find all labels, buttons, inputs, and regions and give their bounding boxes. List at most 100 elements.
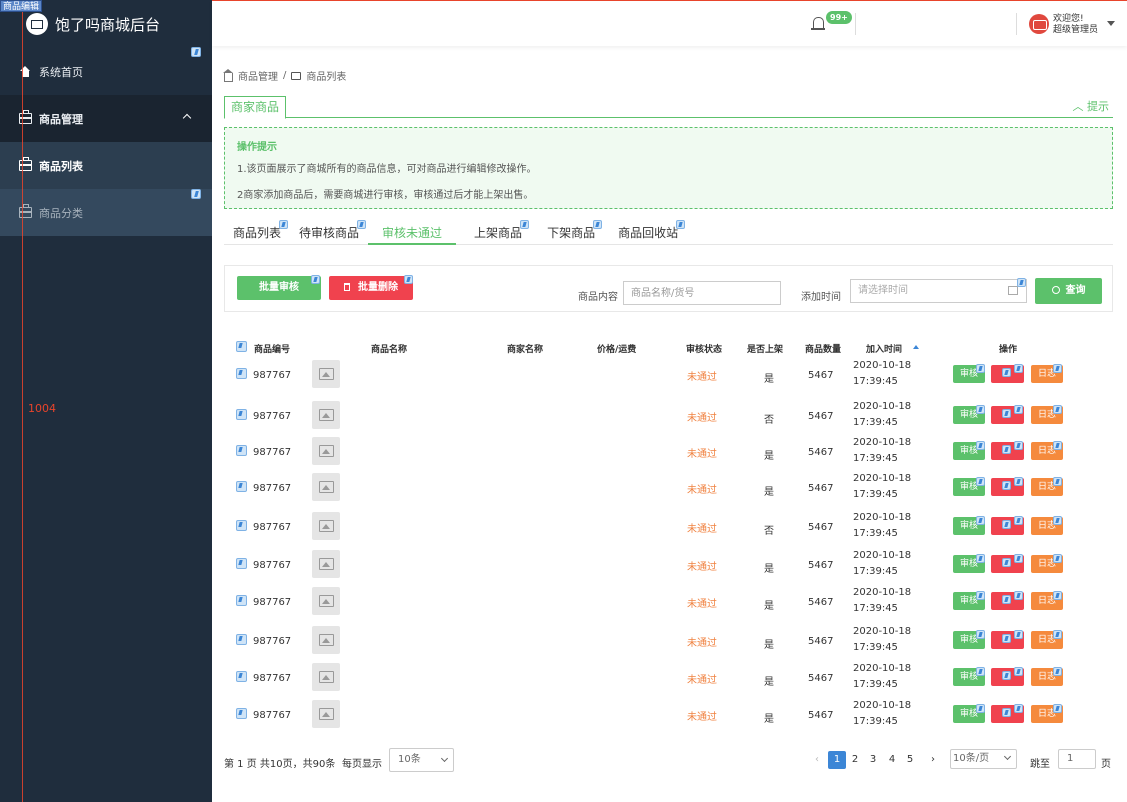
added-date: 2020-10-18 <box>853 401 912 412</box>
breadcrumb-item[interactable]: 商品管理 <box>238 68 278 83</box>
prev-page-icon[interactable]: ‹ <box>808 751 826 769</box>
page-number[interactable]: 5 <box>901 751 919 769</box>
breadcrumb-separator: / <box>283 70 287 81</box>
page-size-select[interactable]: 10条/页 <box>950 749 1017 769</box>
page-unit-label: 页 <box>1101 759 1111 770</box>
lightning-badge-icon <box>1002 671 1011 680</box>
batch-review-button[interactable]: 批量审核 <box>237 276 321 300</box>
sidebar-item-product-management[interactable]: 商品管理 <box>0 95 212 142</box>
column-header: 是否上架 <box>747 345 784 355</box>
tip-toggle[interactable]: ︿ 提示 <box>1073 98 1110 114</box>
added-date: 2020-10-18 <box>853 663 912 674</box>
select-all-checkbox[interactable] <box>236 341 247 352</box>
product-id: 987767 <box>253 411 292 422</box>
home-icon <box>19 66 32 77</box>
notice-title: 操作提示 <box>237 142 277 153</box>
row-checkbox[interactable] <box>236 558 247 569</box>
table-row: 987767 未通过是 5467 2020-10-18 17:39:45 审核 日志 <box>224 626 1113 662</box>
row-checkbox[interactable] <box>236 445 247 456</box>
tab-label: 待审核商品 <box>299 226 360 240</box>
product-id: 987767 <box>253 447 292 458</box>
greeting: 欢迎您! <box>1053 14 1084 24</box>
row-checkbox[interactable] <box>236 671 247 682</box>
lightning-badge-icon <box>976 630 985 639</box>
guide-tag: 商品编辑 <box>0 0 43 12</box>
page-number[interactable]: 4 <box>883 751 901 769</box>
lightning-badge-icon <box>1053 667 1062 676</box>
quantity: 5467 <box>808 483 834 494</box>
search-button[interactable]: 查询 <box>1035 278 1102 304</box>
added-date: 2020-10-18 <box>853 360 912 371</box>
user-menu[interactable]: 欢迎您! 超级管理员 <box>1053 14 1098 36</box>
column-header[interactable]: 加入时间 <box>866 342 902 355</box>
added-time: 17:39:45 <box>853 679 898 690</box>
sidebar-item-product-category[interactable]: 商品分类 <box>0 189 212 236</box>
row-checkbox[interactable] <box>236 520 247 531</box>
added-time: 17:39:45 <box>853 716 898 727</box>
added-time: 17:39:45 <box>853 528 898 539</box>
tab-recycle-bin[interactable]: 商品回收站 <box>604 220 687 245</box>
on-sale-flag: 是 <box>764 601 774 612</box>
tab-off-sale[interactable]: 下架商品 <box>531 220 604 245</box>
table-row: 987767 未通过是 5467 2020-10-18 17:39:45 审核 日志 <box>224 663 1113 699</box>
sort-ascending-icon[interactable] <box>913 345 919 349</box>
product-id: 987767 <box>253 673 292 684</box>
tab-product-list[interactable]: 商品列表 <box>224 220 290 245</box>
date-placeholder: 请选择时间 <box>858 285 908 296</box>
product-id: 987767 <box>253 483 292 494</box>
quantity: 5467 <box>808 560 834 571</box>
row-checkbox[interactable] <box>236 409 247 420</box>
avatar[interactable] <box>1029 14 1049 34</box>
on-sale-flag: 否 <box>764 526 774 537</box>
page-number[interactable]: 3 <box>864 751 882 769</box>
bell-icon[interactable] <box>811 17 825 30</box>
table-row: 987767 未通过是 5467 2020-10-18 17:39:45 审核 日志 <box>224 587 1113 623</box>
on-sale-flag: 是 <box>764 677 774 688</box>
row-checkbox[interactable] <box>236 481 247 492</box>
row-checkbox[interactable] <box>236 708 247 719</box>
lightning-badge-icon <box>976 704 985 713</box>
goto-page-input[interactable]: 1 <box>1058 749 1096 769</box>
sidebar-item-product-list[interactable]: 商品列表 <box>0 142 212 189</box>
table-row: 987767 未通过是 5467 2020-10-18 17:39:45 审核 日志 <box>224 473 1113 509</box>
column-header: 操作 <box>999 345 1018 355</box>
column-header: 商家名称 <box>507 345 544 355</box>
sidebar-item-home[interactable]: 系统首页 <box>0 48 212 95</box>
divider <box>1016 13 1017 35</box>
per-page-select[interactable]: 10条 <box>389 748 454 772</box>
lightning-badge-icon <box>976 441 985 450</box>
row-checkbox[interactable] <box>236 368 247 379</box>
lightning-badge-icon <box>976 554 985 563</box>
bag-icon <box>19 110 32 124</box>
next-page-icon[interactable]: › <box>924 751 942 769</box>
bag-icon <box>19 157 32 171</box>
tab-pending-review[interactable]: 待审核商品 <box>290 220 368 245</box>
added-time: 17:39:45 <box>853 453 898 464</box>
lightning-badge-icon <box>1002 595 1011 604</box>
date-picker-field[interactable]: 请选择时间 <box>850 279 1027 303</box>
review-status: 未通过 <box>687 524 717 535</box>
sidebar-item-label: 系统首页 <box>39 65 83 79</box>
page-number[interactable]: 2 <box>846 751 864 769</box>
tab-on-sale[interactable]: 上架商品 <box>456 220 531 245</box>
review-status: 未通过 <box>687 712 717 723</box>
lightning-badge-icon <box>976 364 985 373</box>
sidebar-item-label: 商品管理 <box>39 112 83 126</box>
product-image-placeholder <box>312 437 340 465</box>
row-checkbox[interactable] <box>236 595 247 606</box>
search-input[interactable] <box>623 281 781 305</box>
caret-down-icon[interactable] <box>1107 21 1115 26</box>
page-number[interactable]: 1 <box>828 751 846 769</box>
notification-badge: 99+ <box>826 11 852 24</box>
tip-label: 提示 <box>1087 100 1109 113</box>
lightning-badge-icon <box>976 591 985 600</box>
row-checkbox[interactable] <box>236 634 247 645</box>
on-sale-flag: 是 <box>764 714 774 725</box>
added-date: 2020-10-18 <box>853 700 912 711</box>
tab-review-failed[interactable]: 审核未通过 <box>368 220 457 245</box>
on-sale-flag: 是 <box>764 451 774 462</box>
added-date: 2020-10-18 <box>853 550 912 561</box>
batch-delete-button[interactable]: 批量删除 <box>329 276 413 300</box>
quantity: 5467 <box>808 411 834 422</box>
lightning-badge-icon <box>976 667 985 676</box>
